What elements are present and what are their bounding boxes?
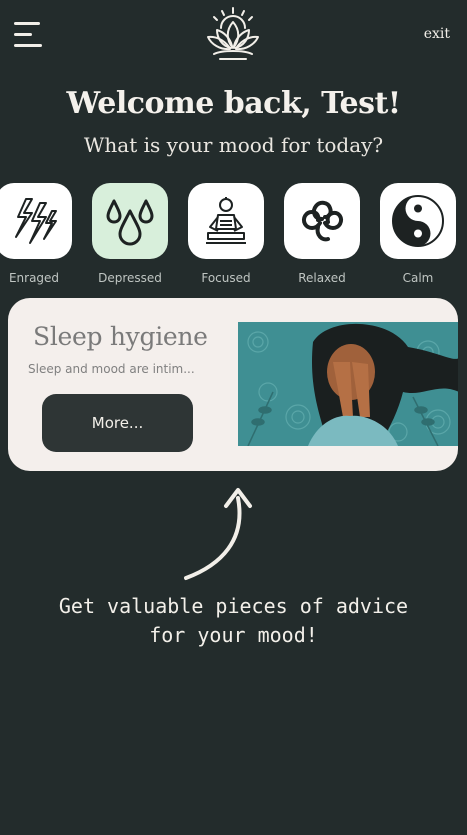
mood-option-relaxed[interactable]: Relaxed [283, 183, 361, 285]
advice-card-title: Sleep hygiene [33, 322, 208, 351]
mood-option-enraged[interactable]: Enraged [0, 183, 73, 285]
hamburger-menu-icon[interactable] [14, 22, 44, 50]
advice-card-description: Sleep and mood are intim... [28, 362, 195, 376]
drops-icon [106, 199, 154, 246]
yin-yang-icon [392, 195, 444, 247]
mood-label-enraged: Enraged [8, 271, 60, 285]
mood-question: What is your mood for today? [83, 133, 384, 157]
mood-selector: Enraged Depressed Focused Relaxed Calm [0, 183, 467, 293]
mood-label-depressed: Depressed [98, 271, 162, 285]
sleep-illustration [238, 322, 458, 446]
welcome-title: Welcome back, Test! [66, 86, 401, 121]
exit-link[interactable]: exit [424, 26, 450, 42]
meditating-figure-icon [206, 197, 246, 244]
triskelion-icon [301, 200, 344, 242]
advice-hint-text: Get valuable pieces of advice for your m… [58, 594, 409, 647]
mood-option-focused[interactable]: Focused [187, 183, 265, 285]
lotus-sun-logo-icon [207, 7, 259, 60]
mood-label-calm: Calm [402, 271, 434, 285]
advice-card[interactable]: Sleep hygiene Sleep and mood are intim..… [8, 298, 458, 471]
mood-label-relaxed: Relaxed [298, 271, 346, 285]
curved-arrow-icon [184, 488, 252, 580]
top-bar: exit [0, 0, 467, 70]
lightning-icon [15, 198, 57, 244]
more-button[interactable]: More... [42, 394, 193, 452]
mood-option-depressed[interactable]: Depressed [91, 183, 169, 285]
mood-option-calm[interactable]: Calm [379, 183, 457, 285]
mood-label-focused: Focused [201, 271, 251, 285]
